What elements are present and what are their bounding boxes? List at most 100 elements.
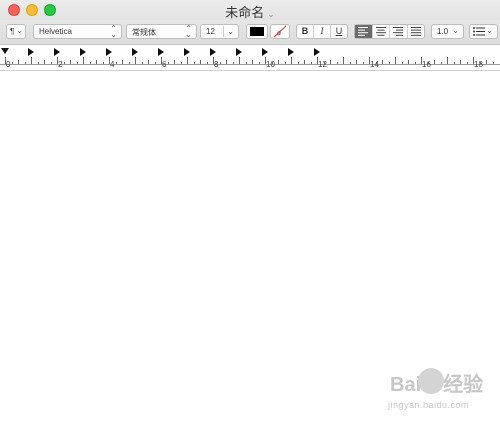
chevron-down-icon: ⌄ xyxy=(486,26,493,35)
window-title[interactable]: 未命名 ⌄ xyxy=(0,2,500,21)
ruler-tick xyxy=(11,62,13,64)
list-style-menu[interactable]: ⌄ xyxy=(469,24,498,39)
tab-stop-marker[interactable] xyxy=(262,48,268,56)
alignment-buttons xyxy=(354,24,425,39)
ruler-tick xyxy=(447,57,448,64)
tab-stop-marker[interactable] xyxy=(288,48,294,56)
first-line-indent-marker[interactable] xyxy=(1,48,9,54)
justify-button[interactable] xyxy=(406,25,425,38)
ruler-tick xyxy=(252,60,253,64)
baidu-jingyan-watermark: Bai 经验 jingyan.baidu.com xyxy=(380,364,490,420)
ruler-tick xyxy=(492,62,494,64)
ruler-tick xyxy=(304,60,305,64)
ruler-number: 12 xyxy=(318,60,327,69)
ruler-number: 8 xyxy=(214,60,219,69)
tab-stop-marker[interactable] xyxy=(80,48,86,56)
ruler-tick xyxy=(44,60,45,64)
ruler-number: 4 xyxy=(110,60,115,69)
line-spacing-value: 1.0 xyxy=(437,27,449,36)
tab-stop-marker[interactable] xyxy=(210,48,216,56)
italic-button[interactable]: I xyxy=(313,25,330,38)
text-color-well[interactable] xyxy=(246,24,268,39)
ruler-tick xyxy=(76,62,78,64)
ruler-tick xyxy=(395,57,396,64)
ruler-tick xyxy=(460,60,461,64)
font-size-value: 12 xyxy=(206,27,215,36)
tab-stop-marker[interactable] xyxy=(106,48,112,56)
ruler-tick xyxy=(284,62,286,64)
align-center-button[interactable] xyxy=(371,25,390,38)
ruler-tick xyxy=(291,57,292,64)
ruler-tick xyxy=(453,62,455,64)
ruler-tick xyxy=(102,62,104,64)
justify-icon xyxy=(410,27,421,36)
ruler-tick xyxy=(206,62,208,64)
tab-stop-marker[interactable] xyxy=(158,48,164,56)
ruler-tick xyxy=(297,62,299,64)
tab-stop-marker[interactable] xyxy=(236,48,242,56)
tab-stop-marker[interactable] xyxy=(54,48,60,56)
chevron-down-icon: ⌄ xyxy=(452,26,459,35)
ruler-tick xyxy=(193,62,195,64)
align-right-icon xyxy=(393,27,404,36)
ruler-tick xyxy=(466,62,468,64)
chevron-down-icon: ⌄ xyxy=(16,26,23,35)
ruler-number: 14 xyxy=(370,60,379,69)
text-style-buttons: B I U xyxy=(296,24,348,39)
ruler-tick xyxy=(408,60,409,64)
ruler-tick xyxy=(278,60,279,64)
font-family-select[interactable]: Helvetica ⌃ ⌄ xyxy=(33,24,122,39)
align-right-button[interactable] xyxy=(389,25,407,38)
ruler-tick xyxy=(388,62,390,64)
ruler-tick xyxy=(50,62,52,64)
ruler-number: 10 xyxy=(266,60,275,69)
tab-stop-marker[interactable] xyxy=(132,48,138,56)
paragraph-style-menu[interactable]: ¶ ⌄ xyxy=(6,24,26,39)
ruler-number: 18 xyxy=(474,60,483,69)
watermark-brand-suffix: 经验 xyxy=(443,374,484,396)
tab-stop-marker[interactable] xyxy=(184,48,190,56)
ruler-tick xyxy=(401,62,403,64)
ruler-tick xyxy=(167,62,169,64)
align-left-button[interactable] xyxy=(355,25,372,38)
up-down-arrows-icon: ⌃ ⌄ xyxy=(185,24,192,39)
ruler[interactable]: 0 2 4 6 8 10 12 14 16 18 xyxy=(0,45,500,71)
ruler-tick xyxy=(414,62,416,64)
ruler-tick xyxy=(356,60,357,64)
text-color-swatch xyxy=(250,27,264,36)
font-style-select[interactable]: 常规体 ⌃ ⌄ xyxy=(126,24,197,39)
ruler-tick xyxy=(180,62,182,64)
ruler-tick xyxy=(18,60,19,64)
font-style-value: 常规体 xyxy=(132,28,156,37)
ruler-tick xyxy=(219,62,221,64)
ruler-tick xyxy=(31,57,32,64)
ruler-tick xyxy=(63,62,65,64)
bold-button[interactable]: B xyxy=(297,25,313,38)
ruler-tick xyxy=(434,60,435,64)
ruler-tick xyxy=(226,60,227,64)
chevron-down-icon[interactable]: ⌄ xyxy=(223,26,234,37)
chevron-down-icon: ⌄ xyxy=(267,9,275,19)
ruler-tick xyxy=(382,60,383,64)
ruler-number: 2 xyxy=(58,60,63,69)
ruler-tick xyxy=(148,60,149,64)
ruler-tick xyxy=(128,62,130,64)
tab-stop-marker[interactable] xyxy=(28,48,34,56)
background-color-well[interactable]: a xyxy=(270,24,290,39)
font-size-combo[interactable]: 12 ⌄ xyxy=(200,24,239,39)
watermark-brand-text: Bai xyxy=(390,374,422,396)
font-family-value: Helvetica xyxy=(39,27,72,36)
underline-button[interactable]: U xyxy=(330,25,347,38)
align-left-icon xyxy=(358,27,369,36)
ruler-number: 0 xyxy=(6,60,11,69)
line-spacing-select[interactable]: 1.0 ⌄ xyxy=(431,24,464,39)
bulleted-list-icon xyxy=(473,27,485,36)
ruler-tick xyxy=(83,57,84,64)
ruler-number: 16 xyxy=(422,60,431,69)
ruler-tick xyxy=(96,60,97,64)
ruler-tick xyxy=(174,60,175,64)
ruler-tick xyxy=(187,57,188,64)
tab-stop-marker[interactable] xyxy=(314,48,320,56)
paragraph-style-icon: ¶ xyxy=(10,27,15,36)
ruler-tick xyxy=(70,60,71,64)
